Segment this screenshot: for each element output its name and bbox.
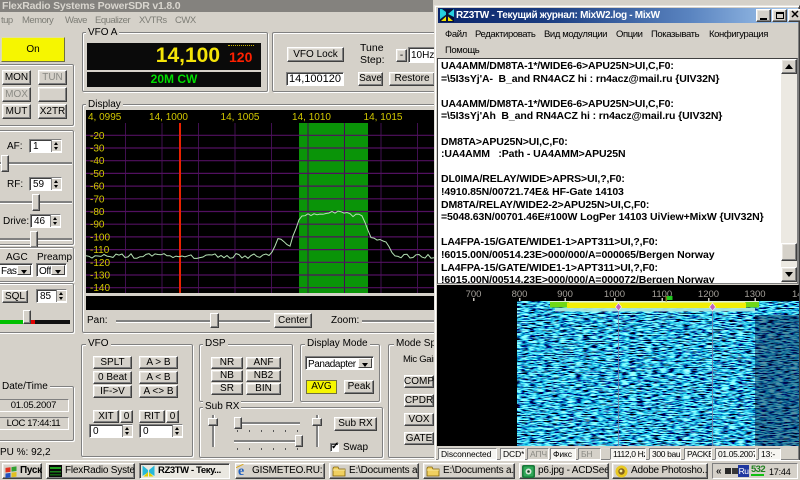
svg-text:14, 1000: 14, 1000 [149, 112, 188, 123]
svg-text:-70: -70 [90, 194, 105, 205]
svg-text:14: 14 [792, 289, 799, 300]
svg-text:14, 1005: 14, 1005 [221, 112, 260, 123]
svg-text:-130: -130 [90, 271, 110, 282]
svg-text:-110: -110 [90, 245, 110, 256]
svg-text:4, 0995: 4, 0995 [88, 112, 122, 123]
svg-text:-20: -20 [90, 131, 105, 142]
svg-text:-80: -80 [90, 207, 105, 218]
svg-text:-140: -140 [90, 283, 110, 293]
svg-text:-40: -40 [90, 156, 105, 167]
svg-text:-90: -90 [90, 220, 105, 231]
svg-text:-30: -30 [90, 144, 105, 155]
svg-text:-60: -60 [90, 182, 105, 193]
svg-text:-50: -50 [90, 169, 105, 180]
svg-text:-100: -100 [90, 232, 110, 243]
svg-text:-120: -120 [90, 258, 110, 269]
svg-text:14, 1010: 14, 1010 [292, 112, 331, 123]
svg-text:14, 1015: 14, 1015 [364, 112, 403, 123]
